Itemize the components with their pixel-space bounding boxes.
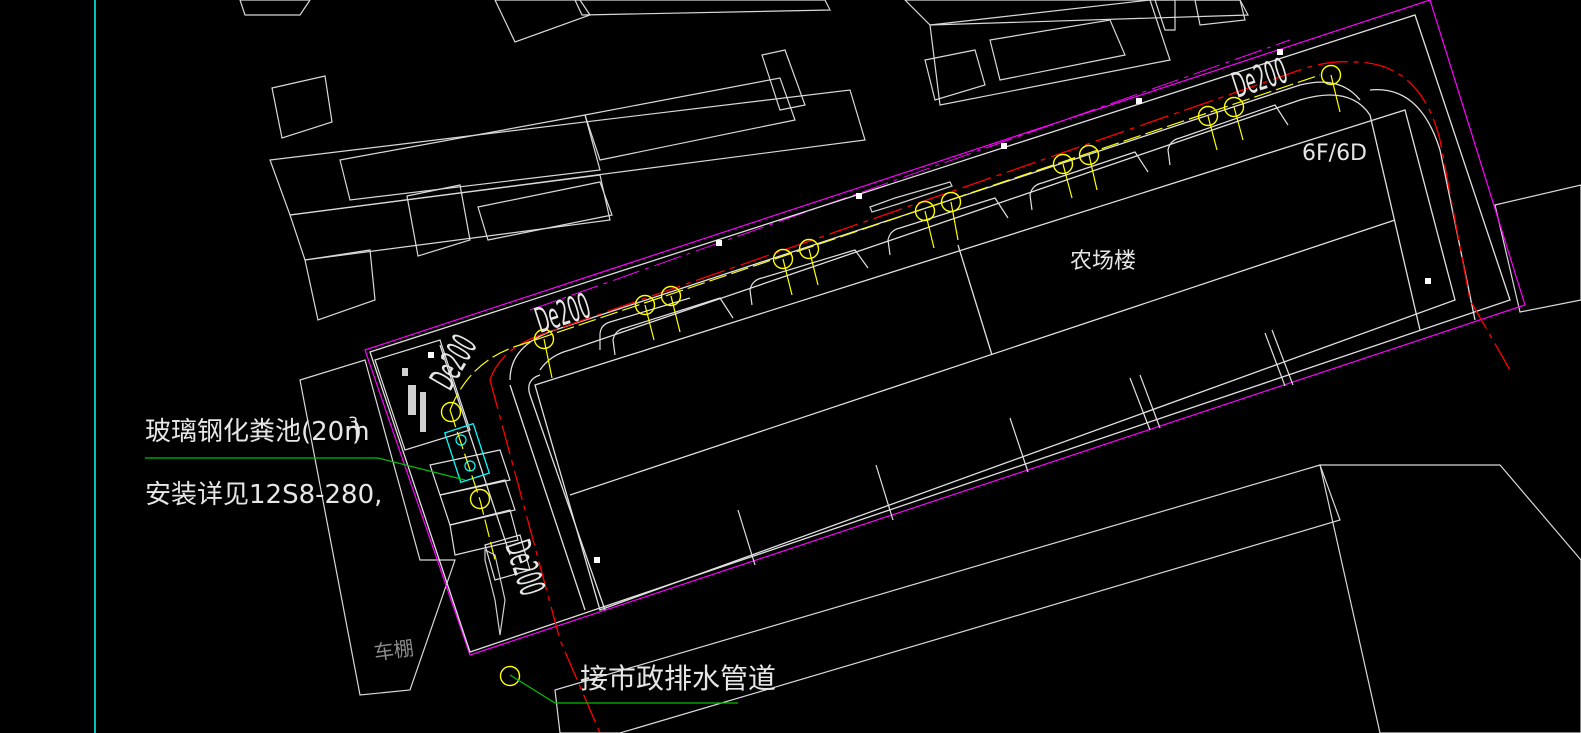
connect-note-label: 接市政排水管道 [580, 662, 776, 695]
floor-info-label: 6F/6D [1302, 141, 1367, 166]
manhole-stem [950, 201, 959, 241]
septic-tank-label-line2: 安装详见12S8-280, [145, 480, 382, 510]
pipe-size-label-2: De200 [1228, 52, 1293, 107]
drawing-svg: De200 De200 De200 De200 农场楼 6F/6D 玻璃钢化粪池… [94, 0, 1581, 733]
pipe-size-label-1: De200 [531, 287, 596, 342]
circle-manhole-icon[interactable] [499, 665, 521, 687]
pipe-size-label-4: De200 [497, 536, 552, 601]
small-dim-text [402, 368, 426, 432]
building-name-label: 农场楼 [1070, 249, 1136, 274]
cad-drawing-canvas[interactable]: De200 De200 De200 De200 农场楼 6F/6D 玻璃钢化粪池… [0, 0, 1581, 733]
manhole-group [440, 64, 1342, 687]
septic-leader [145, 457, 466, 481]
property-dash-line [529, 39, 1291, 311]
parking-bays [599, 104, 1294, 566]
carport-label: 车棚 [372, 636, 415, 665]
septic-tank-label-close: ) [352, 417, 362, 447]
septic-tank-label-line1: 玻璃钢化粪池(20m [145, 417, 370, 447]
pipe-size-label-3: De200 [424, 329, 486, 397]
